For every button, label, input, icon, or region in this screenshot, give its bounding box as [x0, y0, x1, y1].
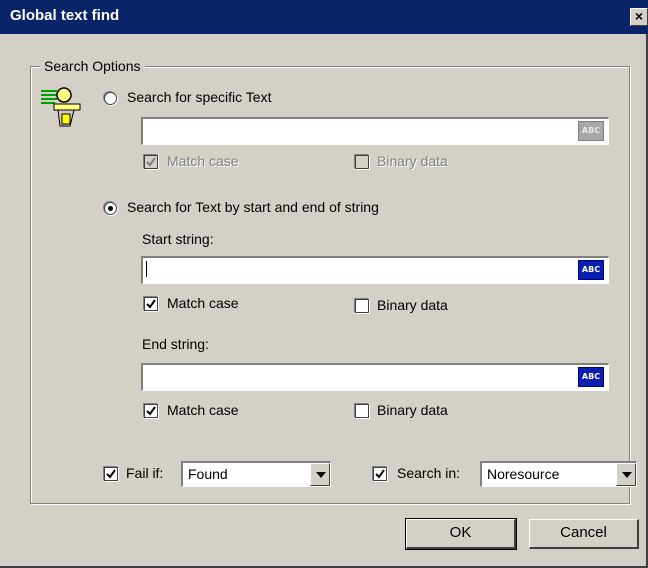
checkmark-icon — [106, 469, 116, 479]
search-in-checkbox[interactable] — [373, 467, 387, 481]
ok-button[interactable]: OK — [405, 518, 517, 550]
start-string-abc-button[interactable]: ABC — [578, 260, 604, 280]
checkmark-icon — [146, 299, 156, 309]
text-caret — [146, 261, 147, 277]
abc-icon: ABC — [581, 126, 601, 135]
specific-binary-data-label: Binary data — [377, 153, 448, 169]
specific-text-input[interactable]: ABC — [141, 117, 609, 145]
end-string-input[interactable]: ABC — [141, 363, 609, 391]
end-string-abc-button[interactable]: ABC — [578, 367, 604, 387]
title-bar: Global text find × — [0, 0, 648, 34]
fail-if-select[interactable]: Found — [181, 461, 331, 487]
end-string-label: End string: — [142, 336, 209, 352]
end-match-case-label: Match case — [167, 402, 239, 418]
fail-if-checkbox[interactable] — [104, 467, 118, 481]
chevron-down-icon[interactable] — [616, 463, 636, 486]
specific-text-radio-label: Search for specific Text — [127, 89, 272, 105]
start-match-case-checkbox[interactable] — [144, 297, 158, 311]
fail-if-label: Fail if: — [126, 465, 164, 481]
chevron-down-icon[interactable] — [310, 463, 330, 486]
start-match-case-label: Match case — [167, 295, 239, 311]
text-search-icon — [41, 87, 81, 127]
end-binary-data-checkbox[interactable] — [355, 404, 369, 418]
search-in-select[interactable]: Noresource — [480, 461, 637, 487]
start-binary-data-checkbox[interactable] — [355, 299, 369, 313]
specific-binary-data-checkbox[interactable] — [355, 155, 369, 169]
start-end-radio[interactable] — [104, 202, 117, 215]
end-binary-data-label: Binary data — [377, 402, 448, 418]
checkmark-icon — [146, 157, 156, 167]
specific-text-abc-button[interactable]: ABC — [578, 121, 604, 141]
dialog-title: Global text find — [10, 7, 120, 24]
start-binary-data-label: Binary data — [377, 297, 448, 313]
global-text-find-dialog: Global text find × Search Options Search… — [0, 0, 648, 568]
end-match-case-checkbox[interactable] — [144, 404, 158, 418]
fail-if-value: Found — [188, 466, 228, 482]
specific-match-case-label: Match case — [167, 153, 239, 169]
specific-text-radio[interactable] — [104, 92, 117, 105]
abc-icon: ABC — [581, 265, 601, 274]
start-string-label: Start string: — [142, 231, 214, 247]
search-in-value: Noresource — [487, 466, 560, 482]
specific-match-case-checkbox[interactable] — [144, 155, 158, 169]
close-icon: × — [634, 8, 644, 24]
start-string-input[interactable]: ABC — [141, 256, 609, 284]
close-button[interactable]: × — [630, 8, 648, 26]
search-in-label: Search in: — [397, 465, 461, 481]
search-options-label: Search Options — [40, 58, 145, 74]
checkmark-icon — [375, 469, 385, 479]
start-end-radio-label: Search for Text by start and end of stri… — [127, 199, 379, 215]
checkmark-icon — [146, 406, 156, 416]
abc-icon: ABC — [581, 372, 601, 381]
cancel-button[interactable]: Cancel — [529, 519, 639, 549]
